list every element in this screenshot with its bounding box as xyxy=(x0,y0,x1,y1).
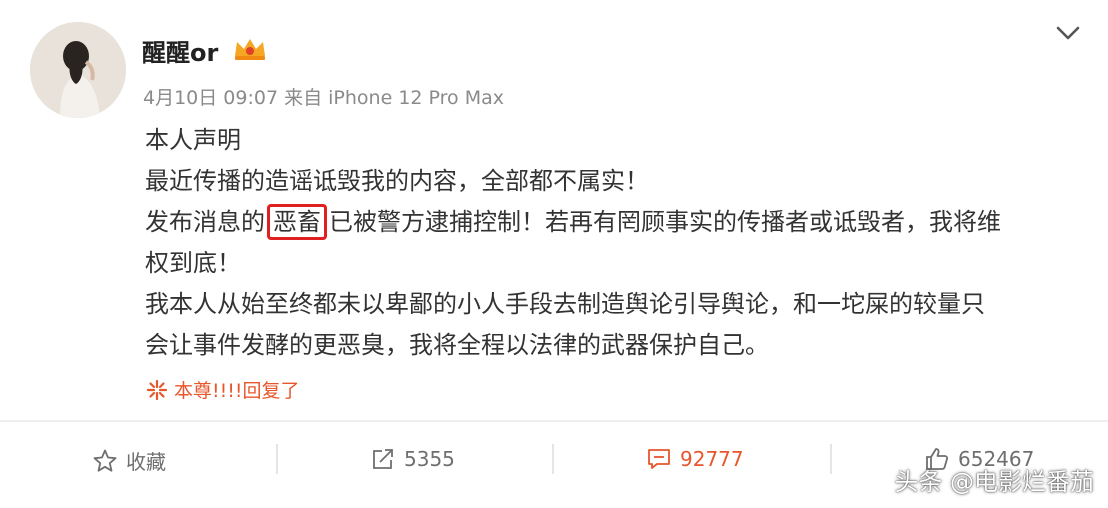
divider xyxy=(552,444,554,474)
chevron-down-icon[interactable] xyxy=(1054,22,1082,44)
favorite-button[interactable]: 收藏 xyxy=(92,446,166,475)
favorite-label: 收藏 xyxy=(126,450,166,474)
repost-count: 5355 xyxy=(404,447,455,471)
divider xyxy=(830,444,832,474)
comment-icon xyxy=(648,449,670,469)
avatar[interactable] xyxy=(30,22,126,118)
avatar-image xyxy=(30,22,126,118)
text-line: 会让事件发酵的更恶臭，我将全程以法律的武器保护自己。 xyxy=(145,331,769,359)
text-line: 我本人从始至终都未以卑鄙的小人手段去制造舆论引导舆论，和一坨屎的较量只 xyxy=(145,290,985,318)
star-outline-icon xyxy=(93,449,117,472)
share-icon xyxy=(373,449,393,469)
highlighted-word: 恶畜 xyxy=(267,204,327,240)
text-line: 本人声明 xyxy=(145,126,241,154)
text-line: 最近传播的造谣诋毁我的内容，全部都不属实！ xyxy=(145,167,649,195)
text-line: 发布消息的 恶畜 已被警方逮捕控制！若再有罔顾事实的传播者或诋毁者，我将维 xyxy=(145,202,1075,243)
post-meta: 4月10日 09:07 来自 iPhone 12 Pro Max xyxy=(143,87,504,109)
comment-button[interactable]: 92777 xyxy=(646,446,744,472)
comment-count: 92777 xyxy=(680,447,744,471)
crown-badge-icon xyxy=(235,39,265,60)
divider xyxy=(276,444,278,474)
reply-note-label: 本尊!!!!回复了 xyxy=(174,380,300,402)
watermark: 头条 @电影烂番茄 xyxy=(894,468,1094,496)
text-line: 权到底！ xyxy=(145,249,241,277)
post-content: 本人声明 最近传播的造谣诋毁我的内容，全部都不属实！ 发布消息的 恶畜 已被警方逮捕… xyxy=(145,120,1075,366)
username[interactable]: 醒醒or xyxy=(142,33,218,68)
text-segment: 发布消息的 xyxy=(145,208,265,236)
author-reply-note[interactable]: 本尊!!!!回复了 xyxy=(146,376,299,403)
text-segment: 已被警方逮捕控制！若再有罔顾事实的传播者或诋毁者，我将维 xyxy=(329,208,1001,236)
weibo-post-card: 醒醒or 4月10日 09:07 来自 iPhone 12 Pro Max 本人… xyxy=(0,0,1108,508)
sparkle-icon xyxy=(146,379,168,400)
repost-button[interactable]: 5355 xyxy=(370,446,455,472)
